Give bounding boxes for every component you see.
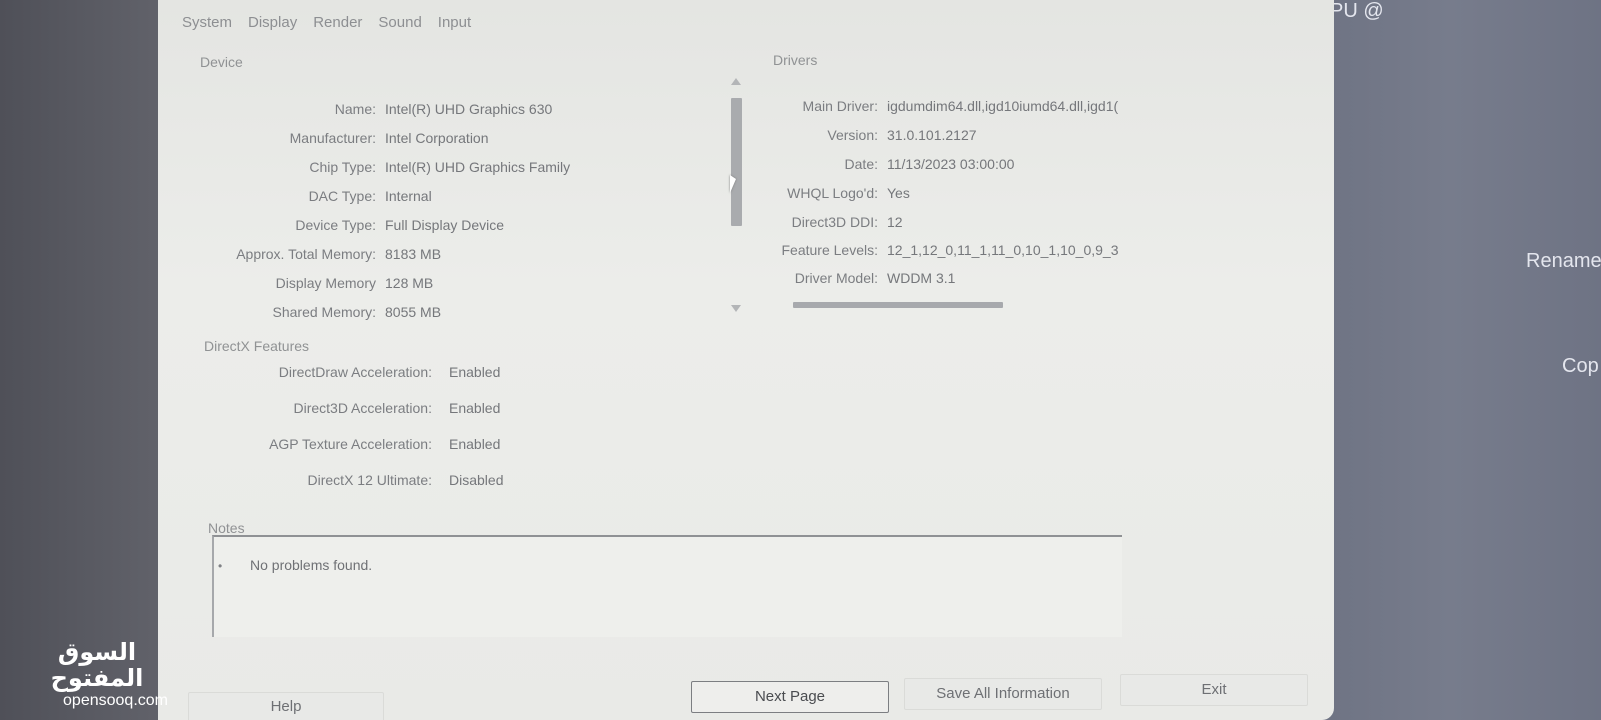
device-value: Intel(R) UHD Graphics 630	[385, 101, 553, 117]
driver-label: Direct3D DDI:	[791, 214, 878, 230]
directx-group-label: DirectX Features	[204, 338, 310, 354]
directx-label: AGP Texture Acceleration:	[269, 436, 432, 452]
directx-row-agp: AGP Texture Acceleration: Enabled	[200, 436, 500, 452]
directx-label: DirectX 12 Ultimate:	[307, 472, 432, 488]
device-value: 8183 MB	[385, 246, 442, 262]
device-row-dac-type: DAC Type: Internal	[158, 188, 432, 204]
driver-label: WHQL Logo'd:	[787, 185, 878, 201]
tab-render[interactable]: Render	[311, 12, 364, 33]
driver-value: 12_1,12_0,11_1,11_0,10_1,10_0,9_3	[887, 242, 1119, 258]
driver-value: igdumdim64.dll,igd10iumd64.dll,igd1(	[887, 98, 1119, 114]
device-label: DAC Type:	[308, 188, 376, 204]
directx-value: Disabled	[449, 472, 504, 488]
driver-label: Version:	[827, 127, 878, 143]
dxdiag-dialog: System Display Render Sound Input Device…	[158, 0, 1334, 720]
directx-value: Enabled	[449, 364, 501, 380]
device-label: Chip Type:	[309, 159, 376, 175]
driver-value: WDDM 3.1	[887, 270, 956, 286]
driver-label: Date:	[844, 156, 878, 172]
tab-input[interactable]: Input	[436, 12, 473, 33]
watermark-arabic-text: السوق المفتوح	[50, 639, 144, 692]
tab-system[interactable]: System	[180, 12, 234, 33]
drivers-horizontal-scrollbar[interactable]	[793, 302, 1003, 308]
drivers-group-label: Drivers	[773, 52, 818, 68]
background-right-panel: PU @ Rename Cop	[1300, 0, 1601, 720]
directx-value: Enabled	[449, 436, 501, 452]
scroll-thumb[interactable]	[731, 98, 742, 226]
directx-label: Direct3D Acceleration:	[293, 400, 432, 416]
tab-display[interactable]: Display	[246, 12, 299, 33]
scroll-up-arrow-icon[interactable]	[731, 78, 741, 85]
directx-label: DirectDraw Acceleration:	[278, 364, 432, 380]
device-row-display-memory: Display Memory 128 MB	[158, 275, 434, 291]
driver-label: Main Driver:	[802, 98, 878, 114]
watermark-latin-text: opensooq.com	[63, 692, 168, 709]
driver-row-driver-model: Driver Model: WDDM 3.1	[770, 270, 956, 286]
opensooq-watermark-logo: السوق المفتوح opensooq.com	[22, 640, 172, 710]
driver-row-ddi: Direct3D DDI: 12	[770, 214, 903, 230]
directx-value: Enabled	[449, 400, 501, 416]
directx-row-direct3d: Direct3D Acceleration: Enabled	[200, 400, 500, 416]
driver-value: Yes	[887, 185, 910, 201]
driver-value: 11/13/2023 03:00:00	[887, 156, 1015, 172]
driver-label: Driver Model:	[794, 270, 878, 286]
device-scrollbar[interactable]	[730, 76, 744, 312]
driver-row-version: Version: 31.0.101.2127	[770, 127, 977, 143]
background-rename-item[interactable]: Rename	[1526, 250, 1601, 273]
device-row-name: Name: Intel(R) UHD Graphics 630	[158, 101, 553, 117]
device-label: Manufacturer:	[289, 130, 376, 146]
device-value: Intel Corporation	[385, 130, 489, 146]
exit-button[interactable]: Exit	[1120, 674, 1308, 706]
device-group-label: Device	[200, 54, 243, 70]
device-row-device-type: Device Type: Full Display Device	[158, 217, 504, 233]
driver-row-date: Date: 11/13/2023 03:00:00	[770, 156, 1015, 172]
save-all-information-button[interactable]: Save All Information	[904, 678, 1102, 710]
driver-label: Feature Levels:	[781, 242, 879, 258]
driver-row-main-driver: Main Driver: igdumdim64.dll,igd10iumd64.…	[770, 98, 1119, 114]
device-row-chip-type: Chip Type: Intel(R) UHD Graphics Family	[158, 159, 570, 175]
device-value: 8055 MB	[385, 304, 442, 320]
tab-bar: System Display Render Sound Input	[180, 12, 473, 33]
notes-box[interactable]: • No problems found.	[212, 535, 1122, 637]
scroll-down-arrow-icon[interactable]	[731, 305, 741, 312]
device-label: Device Type:	[295, 217, 376, 233]
notes-group-label: Notes	[208, 520, 245, 536]
device-value: Internal	[385, 188, 432, 204]
mouse-cursor-icon	[730, 175, 736, 193]
background-copy-item[interactable]: Cop	[1562, 355, 1599, 378]
device-label: Approx. Total Memory:	[236, 246, 376, 262]
device-value: Full Display Device	[385, 217, 505, 233]
background-title-fragment: PU @	[1330, 0, 1384, 22]
directx-row-directdraw: DirectDraw Acceleration: Enabled	[200, 364, 501, 380]
note-bullet: •	[218, 559, 223, 573]
driver-value: 31.0.101.2127	[887, 127, 977, 143]
directx-row-dx12-ultimate: DirectX 12 Ultimate: Disabled	[200, 472, 504, 488]
tab-sound[interactable]: Sound	[376, 12, 423, 33]
next-page-button[interactable]: Next Page	[691, 681, 889, 713]
driver-value: 12	[887, 214, 903, 230]
note-item: No problems found.	[250, 557, 373, 573]
device-label: Name:	[334, 101, 376, 117]
device-label: Display Memory	[275, 275, 376, 291]
help-button[interactable]: Help	[188, 692, 384, 720]
device-value: Intel(R) UHD Graphics Family	[385, 159, 571, 175]
device-row-shared-memory: Shared Memory: 8055 MB	[158, 304, 442, 320]
device-row-total-memory: Approx. Total Memory: 8183 MB	[158, 246, 441, 262]
device-value: 128 MB	[385, 275, 434, 291]
background-left-panel	[0, 0, 170, 720]
device-row-manufacturer: Manufacturer: Intel Corporation	[158, 130, 489, 146]
driver-row-whql: WHQL Logo'd: Yes	[770, 185, 910, 201]
device-label: Shared Memory:	[272, 304, 376, 320]
driver-row-feature-levels: Feature Levels: 12_1,12_0,11_1,11_0,10_1…	[770, 242, 1119, 258]
